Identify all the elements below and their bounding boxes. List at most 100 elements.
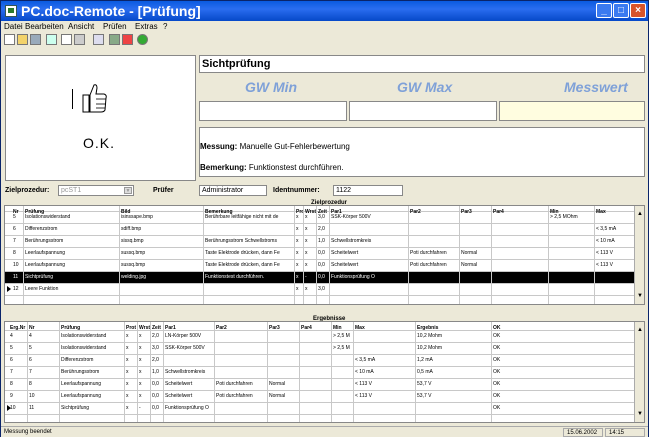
pruefer-label: Prüfer [153,187,174,194]
maximize-button[interactable]: □ [613,3,629,18]
table-cell: Berührbare leitfähige nicht mit de [205,214,279,220]
edit-icon[interactable] [46,34,57,45]
new-icon[interactable] [4,34,15,45]
column-divider [150,322,151,422]
table-row[interactable]: 4 4 Isolationswiderstand x x 2,0 LN-Körper 500… [5,331,644,343]
table-row[interactable]: 9 10 Leerlaufspannung x x 0,0 Scheitelwert Poti… [5,391,644,403]
bemerkung-value: Funktionstest durchführen. [248,163,344,172]
table-cell: Funktionsprüfung O [331,274,375,280]
open-folder-icon[interactable] [17,34,28,45]
column-divider [119,206,120,304]
divider [72,89,73,109]
table-cell: Poti durchfahren [216,393,253,399]
vertical-scrollbar[interactable]: ▲ ▼ [634,322,644,422]
vertical-scrollbar[interactable]: ▲ ▼ [634,206,644,304]
table-cell: 5 [29,345,32,351]
menu-help[interactable]: ? [163,22,167,31]
menu-pruefen[interactable]: Prüfen [103,22,127,31]
column-divider [214,322,215,422]
zielprozedur-value: pcST1 [61,187,82,194]
close-button[interactable]: × [630,3,646,18]
pruefer-input[interactable]: Administrator [199,185,267,196]
column-divider [331,322,332,422]
table-row[interactable]: 6 6 Differenzstrom x x 2,0 < 3,5 mA 1,2 mA OK [5,355,644,367]
table-cell: 53,7 V [417,393,432,399]
menu-ansicht[interactable]: Ansicht [68,22,94,31]
table-cell: < 3,5 mA [355,357,376,363]
gw-max-field[interactable] [349,101,497,121]
table-cell: 10 [29,393,35,399]
table-cell: SSK-Körper 500V [165,345,205,351]
table-cell: > 2,5 M [333,333,350,339]
list-icon[interactable] [93,34,104,45]
table-cell: 8 [29,381,32,387]
table-cell: Isolationswiderstand [61,345,107,351]
scroll-up-icon[interactable]: ▲ [636,210,644,218]
column-divider [27,322,28,422]
table-cell: > 2,5 MOhm [550,214,578,220]
minimize-button[interactable]: _ [596,3,612,18]
table-cell: < 10 mA [596,238,615,244]
table-cell: Schwellstromkreis [165,369,206,375]
zielprozedur-select[interactable]: pcST1 ▼ [58,185,134,196]
zielprozedur-label: Zielprozedur: [5,187,50,194]
table-cell: Differenzstrom [25,226,58,232]
table-cell: < 3,5 mA [596,226,617,232]
table-cell: Berührungsstrom [25,238,64,244]
table-cell: Differenzstrom [61,357,94,363]
gw-min-field[interactable] [199,101,347,121]
main-window: PC.doc-Remote - [Prüfung] _ □ × Datei Be… [0,0,649,437]
table-cell: isinssape.bmp [121,214,153,220]
scroll-up-icon[interactable]: ▲ [636,326,644,334]
results-table[interactable]: Erg.NrNrPrüfungProtWrstCZeitPar1Par2Par3… [4,321,645,423]
table-cell: Taste Elektrode drücken, dann Fe [205,250,280,256]
window-title: PC.doc-Remote - [Prüfung] [21,3,201,19]
table-cell: < 113 V [596,250,614,256]
table-row[interactable]: 7 7 Berührungsstrom x x 1,0 Schwellstromkreis <… [5,367,644,379]
table-cell: Scheitelwert [331,250,359,256]
table-row[interactable]: 8 8 Leerlaufspannung x x 0,0 Scheitelwert Poti … [5,379,644,391]
print-icon[interactable] [74,34,85,45]
table-cell: < 10 mA [355,369,374,375]
table-cell: Schwellstromkreis [331,238,372,244]
table-cell: OK [493,333,501,339]
globe-icon[interactable] [137,34,148,45]
ident-input[interactable]: 1122 [333,185,403,196]
scroll-down-icon[interactable]: ▼ [636,292,644,300]
menu-bar: Datei Bearbeiten Ansicht Prüfen Extras ? [1,21,648,33]
ok-label: O.K. [83,135,116,151]
table-cell: 53,7 V [417,381,432,387]
messwert-header: Messwert [564,79,628,95]
table-cell: OK [493,357,501,363]
table-cell: OK [493,405,501,411]
chevron-down-icon[interactable]: ▼ [124,187,132,194]
menu-bearbeiten[interactable]: Bearbeiten [25,22,64,31]
device-icon[interactable] [109,34,120,45]
table-cell: Leerlaufspannung [25,250,66,256]
row-pointer-icon [7,286,11,292]
table-cell: LN-Körper 500V [165,333,202,339]
table-row[interactable]: 10 11 Sichtprüfung x -0,0 Funktionsprüfung OO… [5,403,644,415]
column-divider [408,206,409,304]
table-cell: 6 [29,357,32,363]
table-cell: OK [493,393,501,399]
table-cell: Sichtprüfung [25,274,54,280]
scroll-down-icon[interactable]: ▼ [636,410,644,418]
preview-icon[interactable] [61,34,72,45]
column-divider [163,322,164,422]
value-headers: GW Min GW Max Messwert [199,79,645,97]
menu-datei[interactable]: Datei [4,22,23,31]
table-cell: 10,2 Mohm [417,333,443,339]
table-cell: Normal [461,262,478,268]
status-bar: Messung beendet 15.06.2002 14:15 [1,426,648,437]
column-divider [303,206,304,304]
messwert-field[interactable] [499,101,645,121]
title-bar[interactable]: PC.doc-Remote - [Prüfung] _ □ × [1,1,648,21]
status-message: Messung beendet [4,429,52,435]
stop-icon[interactable] [122,34,133,45]
status-time-box: 14:15 [605,428,645,437]
menu-extras[interactable]: Extras [135,22,158,31]
table-row[interactable]: 5 5 Isolationswiderstand x x 3,0 SSK-Körper 50… [5,343,644,355]
procedure-table[interactable]: NrPrüfungBildBemerkungProtWrstCZeitPar1P… [4,205,645,305]
save-icon[interactable] [30,34,41,45]
